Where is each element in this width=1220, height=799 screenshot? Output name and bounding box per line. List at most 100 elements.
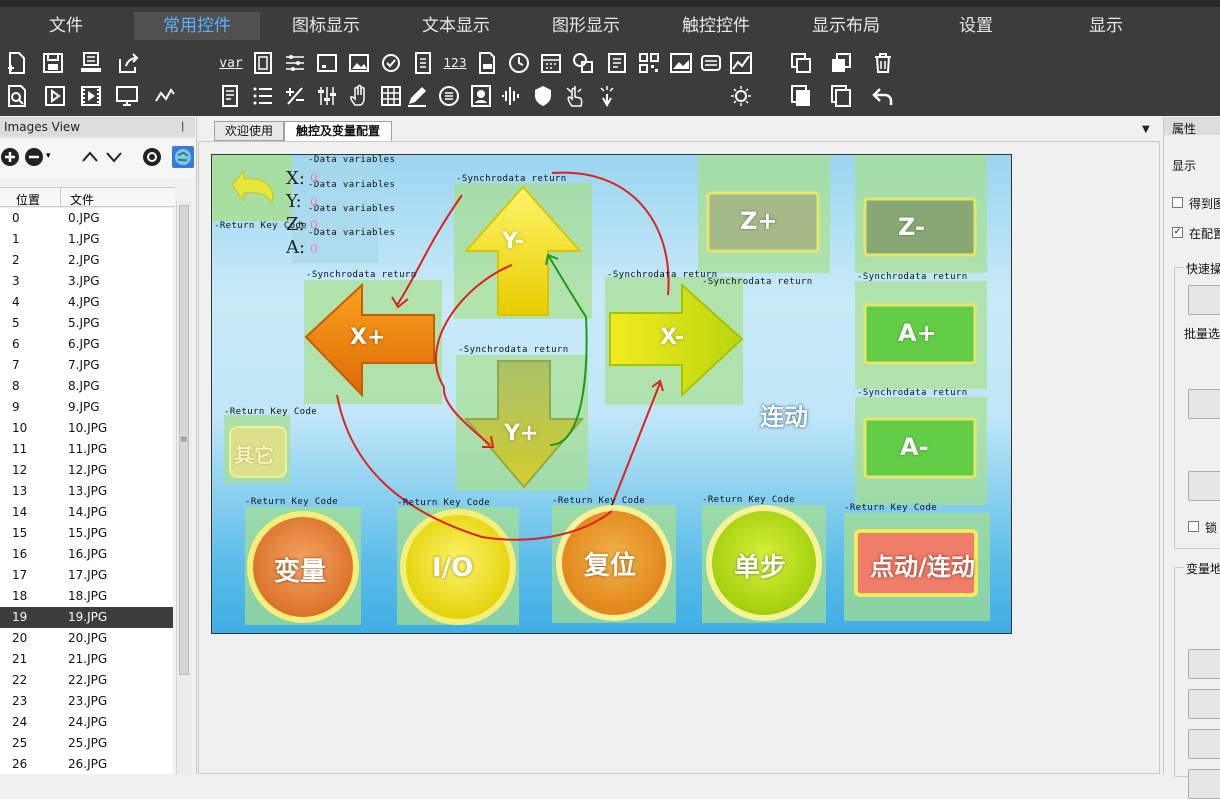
paste-icon[interactable] [788, 83, 814, 109]
list-item[interactable]: 25 25.JPG [0, 733, 173, 754]
list-item[interactable]: 10 10.JPG [0, 418, 173, 439]
wave-icon[interactable] [152, 83, 178, 109]
remove-icon[interactable] [24, 147, 44, 167]
calendar-icon[interactable] [538, 50, 564, 76]
list-item[interactable]: 16 16.JPG [0, 544, 173, 565]
new-page-icon[interactable] [4, 50, 30, 76]
list-item[interactable]: 21 21.JPG [0, 649, 173, 670]
pen-icon[interactable] [404, 83, 430, 109]
copy-front-icon[interactable] [828, 50, 854, 76]
photo-frame-icon[interactable] [468, 83, 494, 109]
gesture-icon[interactable] [562, 83, 588, 109]
list-item[interactable]: 5 5.JPG [0, 313, 173, 334]
list-item[interactable]: 22 22.JPG [0, 670, 173, 691]
list-item[interactable]: 19 19.JPG [0, 607, 173, 628]
list-item[interactable]: 18 18.JPG [0, 586, 173, 607]
tab-touch-variable-config[interactable]: 触控及变量配置 [284, 121, 392, 141]
menu-settings[interactable]: 设置 [946, 12, 1006, 40]
column-header-position[interactable]: 位置 [16, 191, 40, 208]
audio-wave-icon[interactable] [498, 83, 524, 109]
window-icon[interactable] [314, 50, 340, 76]
chevron-up-icon[interactable] [80, 147, 100, 167]
phone-icon[interactable] [410, 50, 436, 76]
list-item[interactable]: 20 20.JPG [0, 628, 173, 649]
save-icon[interactable] [40, 50, 66, 76]
cursor-icon[interactable] [594, 83, 620, 109]
list-item[interactable]: 2 2.JPG [0, 250, 173, 271]
shield-icon[interactable] [530, 83, 556, 109]
qr-code-icon[interactable] [636, 50, 662, 76]
menu-display-layout[interactable]: 显示布局 [796, 12, 896, 40]
export-icon[interactable] [116, 50, 142, 76]
list-item[interactable]: 14 14.JPG [0, 502, 173, 523]
paste-copy-icon[interactable] [828, 83, 854, 109]
sun-icon[interactable] [728, 83, 754, 109]
list-item[interactable]: 0 0.JPG [0, 208, 173, 229]
jog-button[interactable]: 点动/连动 [870, 547, 975, 582]
list-item[interactable]: 23 23.JPG [0, 691, 173, 712]
eye-icon[interactable] [140, 147, 164, 167]
list-item[interactable]: 13 13.JPG [0, 481, 173, 502]
lock-checkbox[interactable] [1188, 521, 1199, 532]
print-icon[interactable] [78, 50, 104, 76]
undo-icon[interactable] [870, 83, 896, 109]
quick-op-button-3[interactable] [1188, 471, 1220, 501]
trash-icon[interactable] [870, 50, 896, 76]
video-icon[interactable] [78, 83, 104, 109]
list-item[interactable]: 26 26.JPG [0, 754, 173, 774]
search-icon[interactable] [4, 83, 30, 109]
menu-graphic-display[interactable]: 图形显示 [536, 12, 636, 40]
monitor-icon[interactable] [114, 83, 140, 109]
y-plus-button[interactable]: Y+ [504, 421, 538, 446]
menu-touch-controls[interactable]: 触控控件 [666, 12, 766, 40]
menu-file[interactable]: 文件 [30, 12, 102, 40]
x-minus-button[interactable]: X- [660, 325, 684, 350]
tab-welcome[interactable]: 欢迎使用 [214, 121, 284, 141]
other-button[interactable]: 其它 [234, 439, 274, 468]
battery-icon[interactable] [698, 50, 724, 76]
var-button-3[interactable] [1188, 729, 1220, 759]
filmstrip-icon[interactable] [250, 50, 276, 76]
globe-icon[interactable] [172, 146, 194, 168]
list-item[interactable]: 3 3.JPG [0, 271, 173, 292]
single-step-button[interactable]: 单步 [734, 547, 786, 584]
column-header-file[interactable]: 文件 [70, 191, 94, 208]
list-item[interactable]: 17 17.JPG [0, 565, 173, 586]
menu-common-controls[interactable]: 常用控件 [134, 12, 260, 40]
var-text-icon[interactable]: var [218, 50, 244, 76]
menu-display[interactable]: 显示 [1076, 12, 1136, 40]
file-icon[interactable] [474, 50, 500, 76]
quick-op-button-1[interactable] [1188, 285, 1220, 315]
sliders-icon[interactable] [282, 50, 308, 76]
clipboard-icon[interactable] [604, 50, 630, 76]
picture-box-icon[interactable] [668, 50, 694, 76]
list-item[interactable]: 7 7.JPG [0, 355, 173, 376]
y-minus-button[interactable]: Y- [502, 229, 524, 254]
reset-button[interactable]: 复位 [584, 545, 636, 582]
quick-op-button-2[interactable] [1188, 389, 1220, 419]
menu-text-display[interactable]: 文本显示 [406, 12, 506, 40]
a-minus-button[interactable]: A- [900, 433, 929, 461]
number-123-icon[interactable]: 123 [442, 50, 468, 76]
dropdown-arrow-icon[interactable]: ▾ [46, 151, 51, 161]
copy-icon[interactable] [788, 50, 814, 76]
list-item[interactable]: 11 11.JPG [0, 439, 173, 460]
z-plus-button[interactable]: Z+ [740, 207, 778, 235]
a-plus-button[interactable]: A+ [898, 319, 937, 347]
settings-icon[interactable] [378, 50, 404, 76]
var-button-1[interactable] [1188, 649, 1220, 679]
pin-icon[interactable]: ❘ [179, 117, 187, 137]
images-scrollbar[interactable]: ≡ [176, 201, 192, 774]
list-item[interactable]: 8 8.JPG [0, 376, 173, 397]
variable-button[interactable]: 变量 [274, 551, 326, 588]
circle-icon[interactable] [436, 83, 462, 109]
in-config-checkbox[interactable]: ✓ [1172, 227, 1183, 238]
menu-icon-display[interactable]: 图标显示 [276, 12, 376, 40]
io-button[interactable]: I/O [432, 553, 473, 583]
tab-dropdown-icon[interactable]: ▼ [1142, 124, 1150, 135]
image-icon[interactable] [346, 50, 372, 76]
list-bullets-icon[interactable] [250, 83, 276, 109]
play-icon[interactable] [42, 83, 68, 109]
list-item[interactable]: 24 24.JPG [0, 712, 173, 733]
add-icon[interactable] [0, 147, 20, 167]
